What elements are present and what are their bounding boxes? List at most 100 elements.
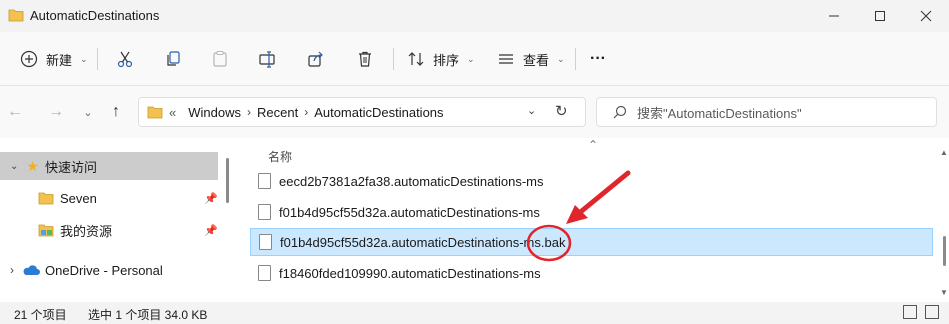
folder-icon [8, 9, 24, 22]
file-row-selected[interactable]: f01b4d95cf55d32a.automaticDestinations-m… [250, 228, 933, 256]
pin-icon: 📌 [204, 192, 218, 205]
sidebar-item-seven[interactable]: Seven 📌 [0, 184, 218, 212]
details-view-button[interactable] [903, 305, 917, 319]
new-button-label: 新建 [46, 52, 73, 68]
toolbar-divider [393, 48, 394, 70]
view-list-icon [495, 48, 517, 70]
folder-icon [38, 192, 54, 205]
file-icon [259, 234, 272, 250]
breadcrumb-automaticdestinations[interactable]: AutomaticDestinations [314, 105, 443, 120]
file-icon [258, 265, 271, 281]
refresh-button[interactable]: ↻ [555, 102, 568, 120]
address-history-dropdown[interactable]: ⌄ [527, 104, 536, 117]
paste-button[interactable] [209, 44, 231, 74]
scroll-down-icon[interactable]: ▼ [940, 288, 948, 297]
minimize-button[interactable] [811, 0, 857, 32]
up-button[interactable]: ↑ [104, 100, 128, 124]
file-row[interactable]: f18460fded109990.automaticDestinations-m… [250, 259, 933, 287]
cloud-icon [23, 265, 40, 275]
toolbar-divider [575, 48, 576, 70]
sidebar-scrollbar[interactable] [224, 150, 230, 300]
navigation-pane: ⌄ ★ 快速访问 Seven 📌 我的资源 📌 › OneDrive - Per… [0, 138, 232, 302]
column-header-name[interactable]: 名称 [268, 148, 292, 165]
maximize-icon [875, 11, 885, 21]
sort-button-label: 排序 [433, 52, 460, 68]
navigation-bar: ← → ⌄ ↑ « Windows › Recent › AutomaticDe… [0, 86, 949, 138]
maximize-button[interactable] [857, 0, 903, 32]
chevron-down-icon: ⌄ [557, 53, 565, 64]
scrollbar-thumb[interactable] [943, 236, 946, 266]
copy-button[interactable] [162, 44, 184, 74]
rename-button[interactable] [256, 44, 278, 74]
command-bar: 新建 ⌄ 排序 ⌄ 查看 ⌄ ··· [0, 32, 949, 86]
sidebar-item-label: 我的资源 [60, 223, 113, 239]
chevron-down-icon: ⌄ [83, 106, 93, 119]
item-count: 21 个项目 [14, 308, 67, 322]
sidebar-item-label: OneDrive - Personal [45, 262, 163, 278]
folder-icon [147, 106, 163, 119]
file-list: ⌃ 名称 eecd2b7381a2fa38.automaticDestinati… [238, 138, 949, 302]
thumbnail-view-button[interactable] [925, 305, 939, 319]
sidebar-item-label: Seven [60, 190, 97, 206]
scrollbar-thumb[interactable] [226, 158, 229, 203]
refresh-icon: ↻ [555, 103, 568, 120]
breadcrumb-recent[interactable]: Recent [257, 105, 298, 120]
sidebar-item-label: 快速访问 [44, 159, 97, 175]
toolbar-divider [97, 48, 98, 70]
sidebar-item-quick-access[interactable]: ⌄ ★ 快速访问 [0, 152, 218, 180]
chevron-down-icon: ⌄ [467, 53, 475, 64]
sidebar-item-onedrive[interactable]: › OneDrive - Personal [0, 256, 218, 284]
pin-icon: 📌 [204, 224, 218, 237]
scroll-up-icon[interactable]: ▲ [940, 148, 948, 157]
rename-icon [256, 48, 278, 70]
address-bar[interactable]: « Windows › Recent › AutomaticDestinatio… [138, 97, 586, 127]
chevron-right-icon: › [10, 263, 14, 277]
trash-icon [354, 48, 376, 70]
arrow-left-icon: ← [7, 103, 23, 120]
file-list-scrollbar[interactable]: ▲ ▼ [940, 138, 949, 302]
recent-locations-button[interactable]: ⌄ [76, 100, 100, 124]
copy-icon [162, 48, 184, 70]
more-icon: ··· [590, 50, 606, 67]
title-bar: AutomaticDestinations [0, 0, 949, 32]
search-box[interactable]: 搜索"AutomaticDestinations" [596, 97, 937, 127]
file-name: eecd2b7381a2fa38.automaticDestinations-m… [279, 173, 544, 189]
close-icon [920, 10, 932, 22]
chevron-right-icon: › [246, 105, 251, 119]
chevron-right-icon: › [304, 105, 309, 119]
view-button-label: 查看 [523, 52, 550, 68]
file-name: f18460fded109990.automaticDestinations-m… [279, 265, 541, 281]
share-icon [305, 48, 327, 70]
folder-network-icon [38, 224, 54, 237]
view-button[interactable]: 查看 ⌄ [495, 44, 565, 74]
share-button[interactable] [305, 44, 327, 74]
sort-icon [405, 48, 427, 70]
forward-button[interactable]: → [44, 100, 68, 124]
file-row[interactable]: eecd2b7381a2fa38.automaticDestinations-m… [250, 167, 933, 195]
file-row[interactable]: f01b4d95cf55d32a.automaticDestinations-m… [250, 198, 933, 226]
sort-button[interactable]: 排序 ⌄ [405, 44, 475, 74]
window-title: AutomaticDestinations [30, 8, 160, 23]
search-icon [613, 105, 627, 119]
more-button[interactable]: ··· [590, 44, 606, 74]
search-placeholder: 搜索"AutomaticDestinations" [637, 105, 802, 121]
status-bar: 21 个项目 选中 1 个项目 34.0 KB [0, 302, 949, 324]
selection-info: 选中 1 个项目 34.0 KB [88, 308, 208, 322]
scissors-icon [114, 48, 136, 70]
chevron-down-icon: ⌄ [80, 53, 88, 64]
cut-button[interactable] [114, 44, 136, 74]
file-icon [258, 173, 271, 189]
minimize-icon [829, 15, 839, 17]
chevron-down-icon: ⌄ [10, 160, 19, 172]
breadcrumb-overflow[interactable]: « [169, 105, 176, 120]
arrow-up-icon: ↑ [112, 103, 120, 120]
sidebar-item-my-resources[interactable]: 我的资源 📌 [0, 216, 218, 244]
back-button[interactable]: ← [3, 100, 27, 124]
new-button[interactable]: 新建 ⌄ [18, 44, 88, 74]
plus-circle-icon [18, 48, 40, 70]
file-icon [258, 204, 271, 220]
delete-button[interactable] [354, 44, 376, 74]
sort-indicator-icon: ⌃ [588, 138, 599, 152]
breadcrumb-windows[interactable]: Windows [188, 105, 241, 120]
close-button[interactable] [903, 0, 949, 32]
